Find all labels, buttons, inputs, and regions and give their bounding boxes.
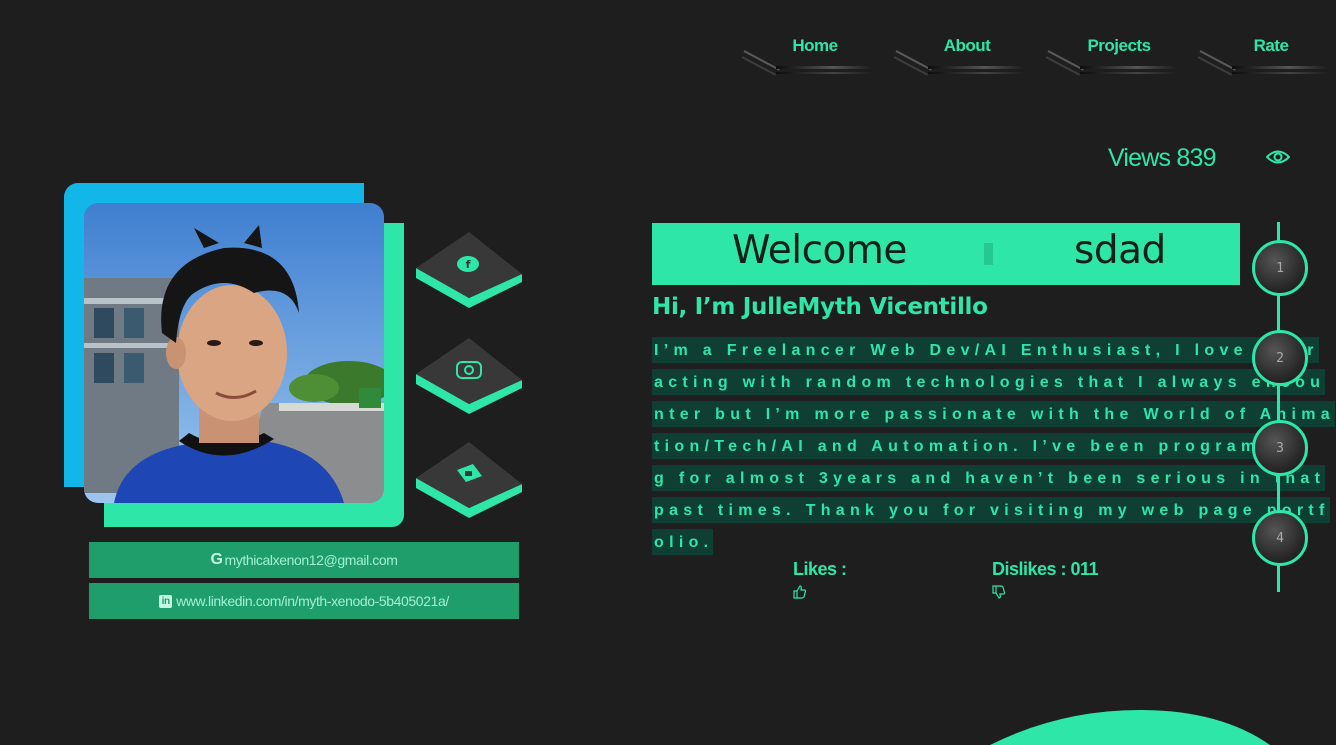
- views-counter: Views 839: [1108, 144, 1217, 172]
- chat-tile[interactable]: [416, 440, 522, 520]
- nav-decoration: [928, 66, 1023, 69]
- email-text: mythicalxenon12@gmail.com: [224, 552, 398, 568]
- bio-line: tion/Tech/AI and Automation. I’ve been p…: [652, 433, 1305, 459]
- nav-decoration: [1232, 66, 1327, 69]
- eye-icon[interactable]: [1266, 148, 1290, 166]
- top-nav: Home About Projects Rate: [740, 30, 1330, 80]
- svg-text:f: f: [466, 258, 471, 271]
- nav-decoration: [928, 72, 1023, 74]
- facebook-icon: f: [457, 256, 479, 272]
- google-icon: G: [210, 551, 223, 568]
- nav-decoration: [1080, 66, 1175, 69]
- welcome-word: Welcome: [732, 228, 907, 273]
- linkedin-text: www.linkedin.com/in/myth-xenodo-5b405021…: [176, 593, 449, 609]
- nav-home[interactable]: Home: [740, 30, 871, 80]
- nav-decoration: [1232, 72, 1327, 74]
- email-link[interactable]: G mythicalxenon12@gmail.com: [89, 542, 519, 578]
- nav-decoration: [1080, 72, 1175, 74]
- nav-rate[interactable]: Rate: [1196, 30, 1327, 80]
- nav-projects-label: Projects: [1087, 36, 1151, 55]
- timeline-step-1[interactable]: 1: [1252, 240, 1308, 296]
- linkedin-link[interactable]: in www.linkedin.com/in/myth-xenodo-5b405…: [89, 583, 519, 619]
- typing-cursor: [984, 243, 993, 265]
- profile-photo: [84, 203, 384, 503]
- nav-rate-label: Rate: [1253, 36, 1289, 55]
- bio-line: acting with random technologies that I a…: [652, 369, 1326, 395]
- nav-decoration: [776, 72, 871, 74]
- bio-line: nter but I’m more passionate with the Wo…: [652, 401, 1335, 427]
- bottom-wave: [990, 710, 1270, 745]
- nav-decoration: [776, 66, 871, 69]
- bio-text: I’m a Freelancer Web Dev/AI Enthusiast, …: [652, 337, 1335, 561]
- thumbs-down-icon[interactable]: [992, 585, 1006, 599]
- likes-label: Likes :: [793, 559, 847, 579]
- instagram-tile[interactable]: [416, 336, 522, 416]
- nav-home-label: Home: [792, 36, 838, 55]
- nav-about-label: About: [943, 36, 991, 55]
- timeline-step-2[interactable]: 2: [1252, 330, 1308, 386]
- bio-line: past times. Thank you for visiting my we…: [652, 497, 1330, 523]
- facebook-tile[interactable]: f: [416, 230, 522, 310]
- bio-line: g for almost 3years and haven’t been ser…: [652, 465, 1326, 491]
- bio-line: olio.: [652, 529, 714, 555]
- linkedin-icon: in: [159, 594, 173, 608]
- bio-line: I’m a Freelancer Web Dev/AI Enthusiast, …: [652, 337, 1319, 363]
- greeting-heading: Hi, I’m JulleMyth Vicentillo: [652, 294, 988, 320]
- nav-about[interactable]: About: [892, 30, 1023, 80]
- timeline-step-4[interactable]: 4: [1252, 510, 1308, 566]
- timeline-step-3[interactable]: 3: [1252, 420, 1308, 476]
- nav-projects[interactable]: Projects: [1044, 30, 1175, 80]
- welcome-name: sdad: [1074, 228, 1166, 273]
- dislikes-label: Dislikes : 011: [992, 559, 1099, 579]
- welcome-banner: Welcome sdad: [652, 223, 1240, 285]
- thumbs-up-icon[interactable]: [793, 585, 807, 599]
